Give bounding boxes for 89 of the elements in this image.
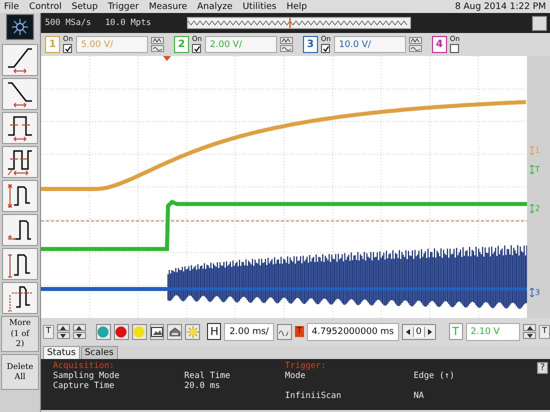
tool-button[interactable] [150,324,164,340]
level-arrow-icon [530,204,534,213]
status-value: Edge (↑) [414,371,456,381]
help-button[interactable]: ? [537,362,548,374]
down-arrow-icon [526,334,533,338]
menu-item[interactable]: File [4,2,20,12]
trace-marker[interactable]: 3 [535,288,540,297]
wave-icon [279,328,290,336]
delay-field[interactable]: 4.7952000000 ms [306,322,399,340]
level-arrow-icon [530,288,534,297]
trigger-label: T [448,323,463,340]
waveform-button[interactable] [276,324,292,340]
status-value: Real Time [184,371,232,381]
tab[interactable]: Scales [80,346,118,359]
level-arrow-icon [530,165,534,174]
menu-item[interactable]: Trigger [108,2,139,12]
waveform-button[interactable] [150,45,164,52]
status-value: 20.0 ms [184,381,222,391]
status-heading: Acquisition: [53,361,116,371]
horizontal-label: H [207,323,222,340]
check-icon [64,46,71,52]
delete-all-button[interactable]: Delete All [1,354,39,390]
check-icon [194,46,200,52]
date-time: 8 Aug 2014 1:22 PM [454,2,546,12]
sun-icon [186,326,199,338]
down-arrow-icon [76,334,82,338]
up-arrow-icon [76,326,82,330]
scale-field[interactable]: 10.0 V/ [334,36,406,53]
status-label: Sampling Mode [53,371,121,381]
on-checkbox[interactable] [450,44,460,53]
image-icon [150,326,163,338]
waveform-button[interactable] [280,37,293,44]
step-value: 0 [412,326,425,336]
overview-strip[interactable] [187,17,412,29]
scroll-button[interactable] [56,324,70,331]
status-label: InfiniiScan [285,391,342,401]
right-arrow-icon [428,328,432,334]
measurement-button[interactable] [2,78,38,110]
on-checkbox[interactable] [63,44,72,53]
measurement-button[interactable] [2,214,38,246]
down-arrow-icon [60,334,66,338]
time-scale-field[interactable]: 2.00 ms/ [224,322,274,340]
waveform-button[interactable] [150,37,164,44]
up-arrow-icon [526,326,533,330]
trigger-position-marker [289,18,291,28]
left-arrow-icon [406,328,410,334]
status-heading: Trigger: [285,361,327,371]
waveform-button[interactable] [280,45,293,52]
measurement-button[interactable] [2,146,38,178]
scroll-button[interactable] [72,332,86,339]
waveform-button[interactable] [408,37,422,44]
scroll-button[interactable] [56,332,70,339]
waveform-button[interactable] [408,45,422,52]
measurement-button[interactable] [2,112,38,144]
channel-number[interactable]: 3 [302,36,318,53]
minimize-button[interactable] [532,16,547,30]
marker-button[interactable]: T [43,324,54,338]
level-button[interactable] [523,332,536,339]
menu-item[interactable]: Control [29,2,62,12]
tab[interactable]: Status [43,346,80,359]
on-checkbox[interactable] [192,44,202,53]
scroll-button[interactable] [72,324,86,331]
sample-rate: 500 MSa/s [45,18,92,28]
on-checkbox[interactable] [321,44,330,53]
up-arrow-icon [60,326,66,330]
marker-button[interactable]: T [539,324,550,338]
logo-button[interactable] [6,14,34,40]
menu-item[interactable]: Utilities [242,2,276,12]
menu-item[interactable]: Measure [148,2,188,12]
measurement-button[interactable] [2,282,38,314]
printer-icon [168,326,181,338]
status-label: Mode [285,371,306,381]
channel-number[interactable]: 4 [432,36,447,53]
measurement-button[interactable] [2,44,38,76]
starburst-icon [11,18,29,36]
level-button[interactable] [523,324,536,331]
menu-item[interactable]: Analyze [197,2,233,12]
more-button[interactable]: More (1 of 2) [1,316,39,352]
status-value: NA [414,391,425,401]
memory-depth: 10.0 Mpts [105,18,152,28]
tool-button[interactable] [167,324,182,340]
menu-item[interactable]: Setup [72,2,98,12]
status-label: Capture Time [53,381,116,391]
trigger-marker: T [294,326,304,337]
measurement-button[interactable] [2,248,38,280]
check-icon [322,46,329,52]
measurement-button[interactable] [2,180,38,212]
menu-item[interactable]: Help [286,2,307,12]
level-arrow-icon [530,146,534,155]
